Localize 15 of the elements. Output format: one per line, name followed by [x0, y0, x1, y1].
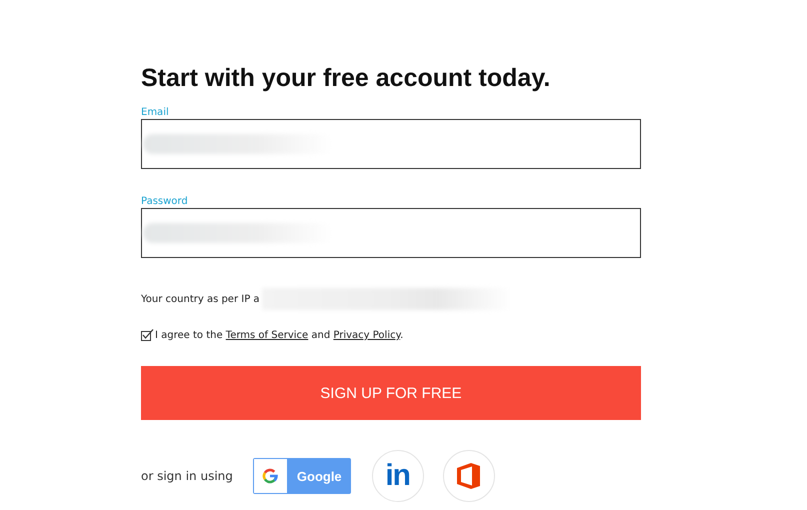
field-label: Password — [141, 196, 188, 207]
google-icon — [262, 468, 278, 484]
country-note: Your country as per IP a — [141, 294, 260, 304]
office-icon — [456, 463, 481, 489]
linkedin-button[interactable]: in — [372, 450, 424, 502]
terms-link[interactable]: Terms of Service — [226, 330, 308, 341]
privacy-link[interactable]: Privacy Policy — [333, 330, 400, 341]
agreement-text: I agree to the Terms of Service and Privacy Policy. — [155, 330, 404, 341]
social-label: or sign in using — [141, 469, 233, 483]
signup-button[interactable]: SIGN UP FOR FREE — [141, 366, 641, 420]
input-field[interactable] — [141, 208, 641, 258]
checkbox[interactable] — [141, 329, 154, 341]
form-heading: Start with your free account today. — [141, 64, 552, 93]
input-field[interactable] — [141, 119, 641, 169]
field-label: Email — [141, 107, 169, 118]
